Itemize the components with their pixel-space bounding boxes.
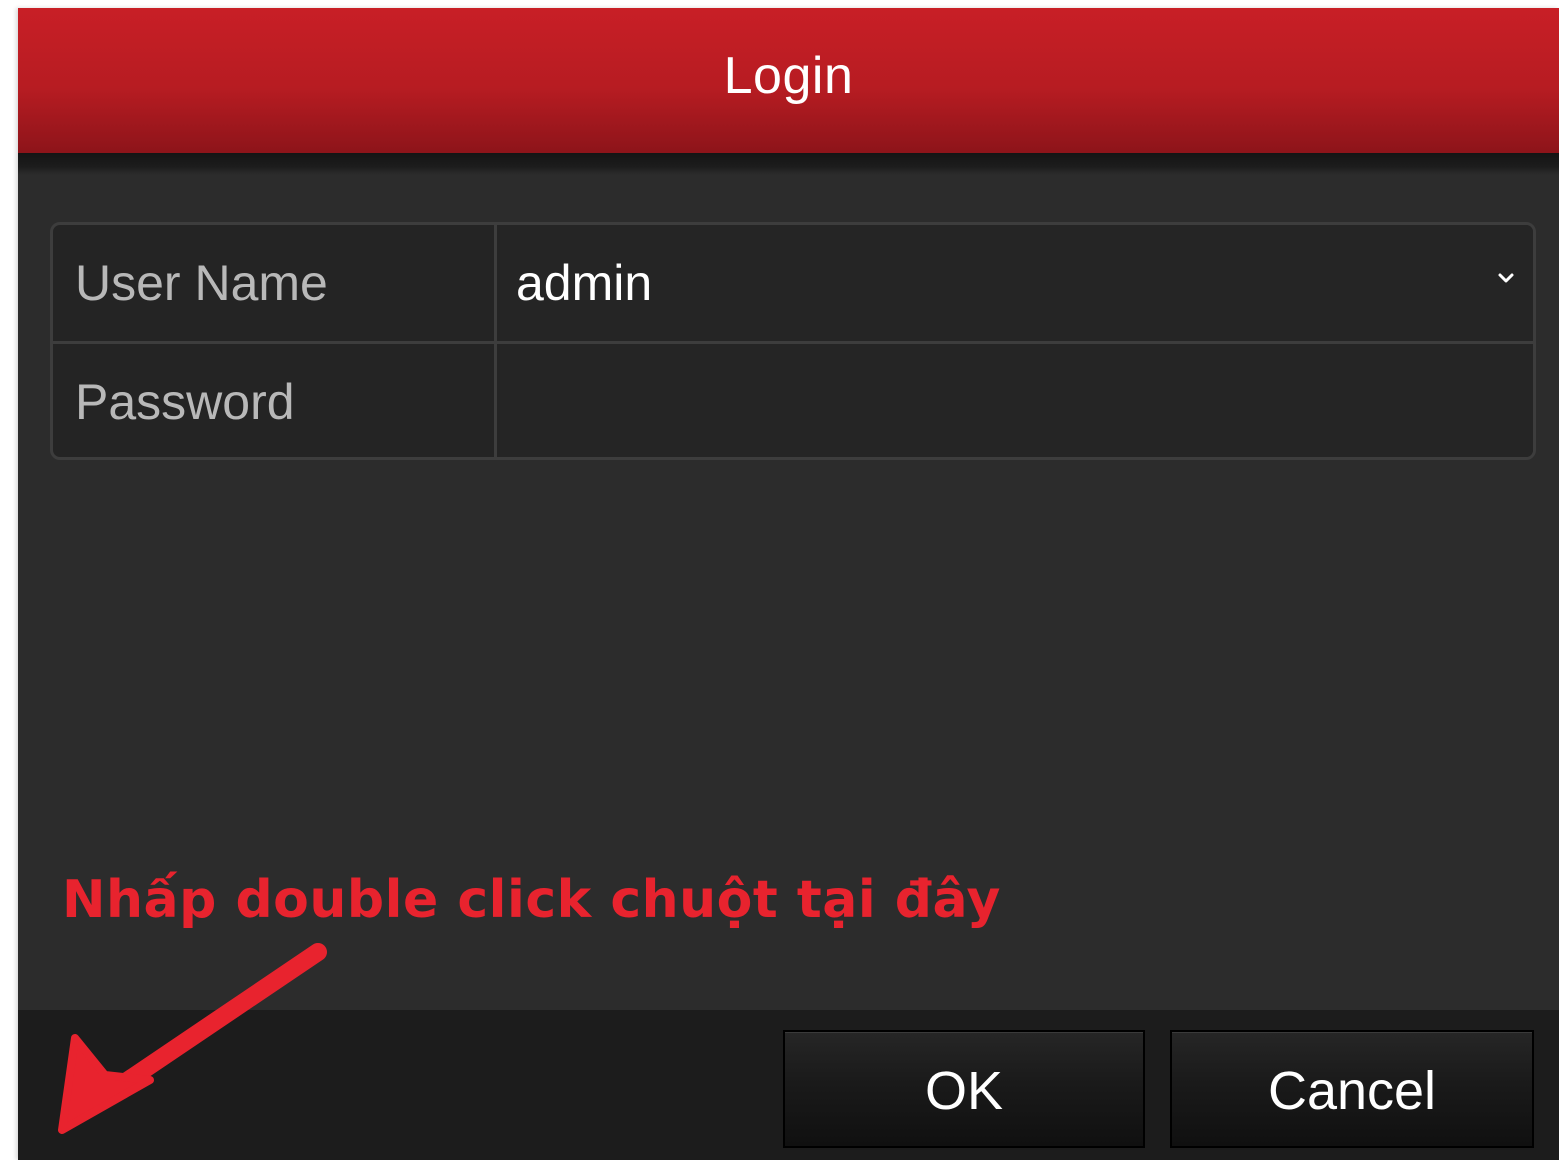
cancel-button[interactable]: Cancel xyxy=(1170,1030,1534,1148)
chevron-down-icon[interactable] xyxy=(1493,265,1519,291)
dialog-title: Login xyxy=(723,47,854,105)
username-label: User Name xyxy=(53,225,497,341)
password-row: Password xyxy=(53,344,1533,457)
username-value[interactable]: admin xyxy=(500,225,1533,341)
login-dialog: Login User Name admin Password Nhấp doub… xyxy=(18,8,1559,1160)
password-cell[interactable] xyxy=(500,344,1533,457)
password-label: Password xyxy=(53,344,497,457)
button-bar[interactable]: OK Cancel xyxy=(18,1010,1559,1160)
title-divider xyxy=(18,153,1559,175)
login-form: User Name admin Password xyxy=(50,222,1536,460)
password-input[interactable] xyxy=(500,344,1533,457)
annotation-text: Nhấp double click chuột tại đây xyxy=(62,870,1001,930)
username-dropdown[interactable]: admin xyxy=(500,225,1533,341)
title-bar[interactable]: Login xyxy=(18,8,1559,153)
ok-button[interactable]: OK xyxy=(783,1030,1145,1148)
username-row: User Name admin xyxy=(53,225,1533,344)
